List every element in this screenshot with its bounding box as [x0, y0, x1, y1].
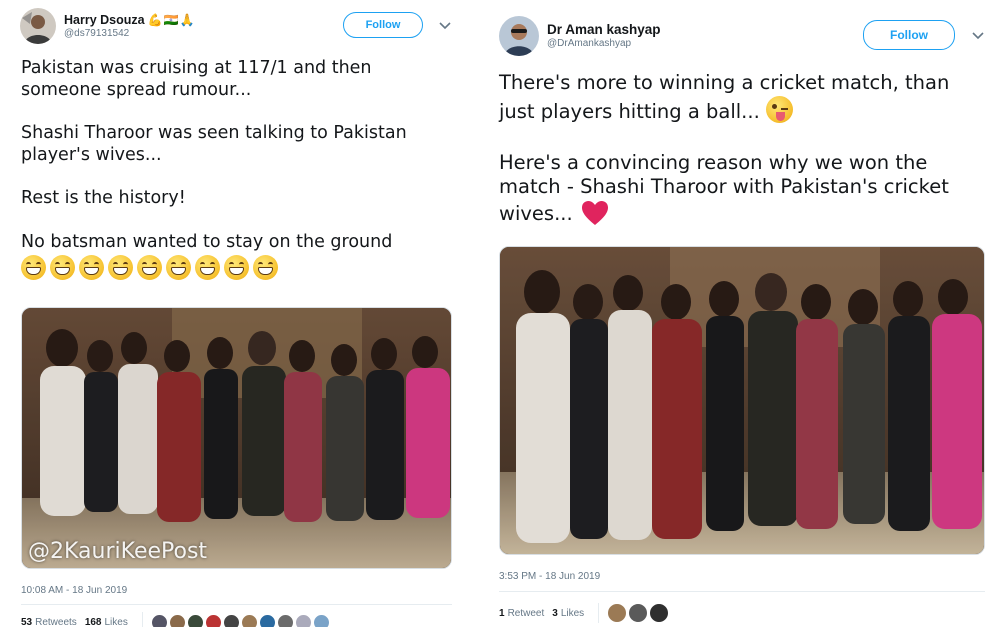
follow-button[interactable]: Follow — [863, 20, 955, 50]
grinning-face-icon — [166, 255, 191, 281]
liker-avatar[interactable] — [276, 613, 294, 627]
tweet-timestamp[interactable]: 3:53 PM - 18 Jun 2019 — [499, 571, 600, 582]
tweet-text-line: wives... — [499, 202, 573, 225]
tweet-text-line: someone spread rumour... — [21, 79, 252, 100]
liker-avatar[interactable] — [204, 613, 222, 627]
author-handle[interactable]: @ds79131542 — [64, 28, 195, 40]
tweet-text-line: Here's a convincing reason why we won th… — [499, 150, 928, 174]
retweets-stat[interactable]: 1 Retweet — [499, 608, 544, 619]
retweets-stat[interactable]: 53 Retweets — [21, 617, 77, 627]
avatar[interactable] — [20, 8, 56, 44]
liker-avatar[interactable] — [240, 613, 258, 627]
tweet-stats: 53 Retweets 168 Likes — [21, 612, 331, 627]
retweets-count: 53 — [21, 616, 33, 627]
tweet-text: Pakistan was cruising at 117/1 and then … — [21, 58, 407, 281]
author-name[interactable]: Dr Aman kashyap — [547, 22, 661, 38]
likes-stat[interactable]: 3 Likes — [552, 608, 584, 619]
tweet-photo[interactable] — [499, 246, 985, 555]
retweets-label: Retweet — [507, 607, 545, 619]
likes-label: Likes — [560, 607, 585, 619]
photo-watermark: @2KauriKeePost — [28, 539, 208, 564]
likes-label: Likes — [104, 616, 128, 627]
liker-avatars — [141, 612, 331, 627]
tweet-timestamp[interactable]: 10:08 AM - 18 Jun 2019 — [21, 585, 127, 596]
group-photo-image — [22, 308, 451, 568]
chevron-down-icon[interactable] — [970, 27, 986, 43]
liker-avatar[interactable] — [258, 613, 276, 627]
tweet-header: Dr Aman kashyap @DrAmankashyap — [499, 16, 661, 56]
tweet-card-right: Dr Aman kashyap @DrAmankashyap Follow Th… — [480, 0, 996, 627]
grinning-face-icon — [21, 255, 46, 281]
grinning-face-icon — [108, 255, 133, 281]
author-name-emojis: 💪🇮🇳🙏 — [147, 12, 196, 27]
grinning-face-icon — [195, 255, 220, 281]
group-photo-image — [500, 247, 984, 554]
tweet-card-left: Harry Dsouza 💪🇮🇳🙏 @ds79131542 Follow Paki… — [0, 0, 480, 627]
retweets-label: Retweets — [35, 616, 77, 627]
tweet-photo[interactable]: @2KauriKeePost — [21, 307, 452, 569]
liker-avatar[interactable] — [186, 613, 204, 627]
tweet-text-line: There's more to winning a cricket match,… — [499, 71, 950, 94]
tweet-text-line: just players hitting a ball... — [499, 99, 760, 123]
grinning-face-icon — [253, 255, 278, 281]
likes-stat[interactable]: 168 Likes — [85, 617, 128, 627]
likes-count: 168 — [84, 616, 102, 627]
liker-avatar[interactable] — [312, 613, 330, 627]
liker-avatars — [598, 603, 670, 623]
author-handle[interactable]: @DrAmankashyap — [547, 38, 661, 50]
winking-face-with-tongue-icon — [765, 95, 793, 123]
grinning-face-icon — [50, 255, 75, 281]
tweet-text-line: Rest is the history! — [21, 188, 186, 209]
tweet-text: There's more to winning a cricket match,… — [499, 71, 949, 227]
chevron-down-icon[interactable] — [437, 17, 453, 33]
liker-avatar[interactable] — [294, 613, 312, 627]
tweet-text-line: match - Shashi Tharoor with Pakistan's c… — [499, 175, 949, 199]
tweet-text-line: player's wives... — [21, 144, 162, 165]
author-name[interactable]: Harry Dsouza — [64, 13, 145, 27]
liker-avatar[interactable] — [607, 603, 628, 623]
emoji-row — [21, 255, 407, 281]
liker-avatar[interactable] — [150, 613, 168, 627]
red-heart-icon — [581, 201, 608, 225]
divider — [499, 591, 985, 592]
tweet-text-line: No batsman wanted to stay on the ground — [21, 231, 393, 252]
grinning-face-icon — [137, 255, 162, 281]
tweet-text-line: Shashi Tharoor was seen talking to Pakis… — [21, 123, 407, 144]
liker-avatar[interactable] — [628, 603, 649, 623]
liker-avatar[interactable] — [649, 603, 670, 623]
liker-avatar[interactable] — [168, 613, 186, 627]
retweets-count: 1 — [499, 607, 505, 619]
likes-count: 3 — [552, 607, 558, 619]
tweet-header: Harry Dsouza 💪🇮🇳🙏 @ds79131542 — [20, 8, 195, 44]
liker-avatar[interactable] — [222, 613, 240, 627]
follow-button[interactable]: Follow — [343, 12, 423, 38]
divider — [21, 604, 452, 605]
tweet-text-line: Pakistan was cruising at 117/1 and then — [21, 58, 372, 78]
grinning-face-icon — [79, 255, 104, 281]
grinning-face-icon — [224, 255, 249, 281]
avatar[interactable] — [499, 16, 539, 56]
tweet-stats: 1 Retweet 3 Likes — [499, 603, 670, 623]
